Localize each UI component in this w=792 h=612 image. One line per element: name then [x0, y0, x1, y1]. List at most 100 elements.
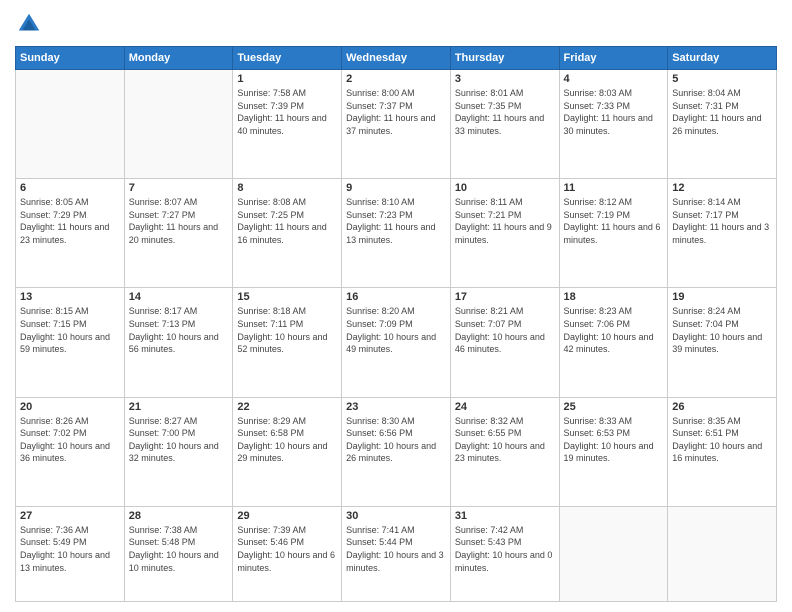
day-number: 16: [346, 291, 446, 303]
calendar-cell: 22 Sunrise: 8:29 AMSunset: 6:58 PMDayligh…: [233, 397, 342, 506]
calendar-cell: 10 Sunrise: 8:11 AMSunset: 7:21 PMDayligh…: [450, 179, 559, 288]
day-number: 19: [672, 291, 772, 303]
day-info: Sunrise: 8:00 AMSunset: 7:37 PMDaylight:…: [346, 87, 446, 137]
calendar-cell: [559, 506, 668, 601]
day-info: Sunrise: 7:58 AMSunset: 7:39 PMDaylight:…: [237, 87, 337, 137]
day-info: Sunrise: 8:07 AMSunset: 7:27 PMDaylight:…: [129, 196, 229, 246]
day-number: 25: [564, 401, 664, 413]
calendar-cell: 28 Sunrise: 7:38 AMSunset: 5:48 PMDayligh…: [124, 506, 233, 601]
calendar-cell: 26 Sunrise: 8:35 AMSunset: 6:51 PMDayligh…: [668, 397, 777, 506]
day-info: Sunrise: 8:35 AMSunset: 6:51 PMDaylight:…: [672, 415, 772, 465]
calendar-cell: [668, 506, 777, 601]
day-number: 14: [129, 291, 229, 303]
day-number: 18: [564, 291, 664, 303]
day-number: 17: [455, 291, 555, 303]
day-number: 4: [564, 73, 664, 85]
day-number: 7: [129, 182, 229, 194]
logo: [15, 10, 47, 38]
day-number: 10: [455, 182, 555, 194]
calendar-cell: 15 Sunrise: 8:18 AMSunset: 7:11 PMDayligh…: [233, 288, 342, 397]
calendar-cell: 17 Sunrise: 8:21 AMSunset: 7:07 PMDayligh…: [450, 288, 559, 397]
calendar-cell: 30Sunrise: 7:41 AMSunset: 5:44 PMDayligh…: [342, 506, 451, 601]
day-number: 15: [237, 291, 337, 303]
calendar-cell: 6 Sunrise: 8:05 AMSunset: 7:29 PMDaylight…: [16, 179, 125, 288]
calendar-cell: 1Sunrise: 7:58 AMSunset: 7:39 PMDaylight…: [233, 70, 342, 179]
day-number: 24: [455, 401, 555, 413]
page: SundayMondayTuesdayWednesdayThursdayFrid…: [0, 0, 792, 612]
day-info: Sunrise: 8:08 AMSunset: 7:25 PMDaylight:…: [237, 196, 337, 246]
day-number: 21: [129, 401, 229, 413]
calendar-cell: 31 Sunrise: 7:42 AMSunset: 5:43 PMDayligh…: [450, 506, 559, 601]
calendar-cell: 13Sunrise: 8:15 AMSunset: 7:15 PMDayligh…: [16, 288, 125, 397]
day-info: Sunrise: 7:41 AMSunset: 5:44 PMDaylight:…: [346, 524, 446, 574]
day-number: 23: [346, 401, 446, 413]
day-info: Sunrise: 7:38 AMSunset: 5:48 PMDaylight:…: [129, 524, 229, 574]
calendar-cell: 21Sunrise: 8:27 AMSunset: 7:00 PMDayligh…: [124, 397, 233, 506]
weekday-header: Wednesday: [342, 47, 451, 70]
day-number: 2: [346, 73, 446, 85]
header: [15, 10, 777, 38]
weekday-header: Sunday: [16, 47, 125, 70]
day-info: Sunrise: 8:01 AMSunset: 7:35 PMDaylight:…: [455, 87, 555, 137]
calendar-cell: 11Sunrise: 8:12 AMSunset: 7:19 PMDayligh…: [559, 179, 668, 288]
weekday-header: Monday: [124, 47, 233, 70]
day-number: 22: [237, 401, 337, 413]
day-info: Sunrise: 8:26 AMSunset: 7:02 PMDaylight:…: [20, 415, 120, 465]
day-info: Sunrise: 8:18 AMSunset: 7:11 PMDaylight:…: [237, 305, 337, 355]
calendar-cell: 23Sunrise: 8:30 AMSunset: 6:56 PMDayligh…: [342, 397, 451, 506]
logo-icon: [15, 10, 43, 38]
calendar-cell: 24Sunrise: 8:32 AMSunset: 6:55 PMDayligh…: [450, 397, 559, 506]
calendar-cell: [16, 70, 125, 179]
day-info: Sunrise: 8:11 AMSunset: 7:21 PMDaylight:…: [455, 196, 555, 246]
day-info: Sunrise: 8:04 AMSunset: 7:31 PMDaylight:…: [672, 87, 772, 137]
day-number: 29: [237, 510, 337, 522]
day-number: 31: [455, 510, 555, 522]
calendar-week-row: 13Sunrise: 8:15 AMSunset: 7:15 PMDayligh…: [16, 288, 777, 397]
day-info: Sunrise: 8:21 AMSunset: 7:07 PMDaylight:…: [455, 305, 555, 355]
weekday-header: Tuesday: [233, 47, 342, 70]
calendar-cell: 14 Sunrise: 8:17 AMSunset: 7:13 PMDayligh…: [124, 288, 233, 397]
calendar-cell: 8Sunrise: 8:08 AMSunset: 7:25 PMDaylight…: [233, 179, 342, 288]
calendar-cell: 27Sunrise: 7:36 AMSunset: 5:49 PMDayligh…: [16, 506, 125, 601]
day-info: Sunrise: 8:05 AMSunset: 7:29 PMDaylight:…: [20, 196, 120, 246]
day-number: 28: [129, 510, 229, 522]
day-number: 13: [20, 291, 120, 303]
day-number: 20: [20, 401, 120, 413]
weekday-header: Saturday: [668, 47, 777, 70]
day-number: 9: [346, 182, 446, 194]
calendar-cell: 12 Sunrise: 8:14 AMSunset: 7:17 PMDayligh…: [668, 179, 777, 288]
calendar-week-row: 27Sunrise: 7:36 AMSunset: 5:49 PMDayligh…: [16, 506, 777, 601]
day-info: Sunrise: 8:29 AMSunset: 6:58 PMDaylight:…: [237, 415, 337, 465]
day-number: 12: [672, 182, 772, 194]
day-info: Sunrise: 7:36 AMSunset: 5:49 PMDaylight:…: [20, 524, 120, 574]
calendar-week-row: 6 Sunrise: 8:05 AMSunset: 7:29 PMDaylight…: [16, 179, 777, 288]
day-info: Sunrise: 7:39 AMSunset: 5:46 PMDaylight:…: [237, 524, 337, 574]
calendar-cell: 16 Sunrise: 8:20 AMSunset: 7:09 PMDayligh…: [342, 288, 451, 397]
day-info: Sunrise: 7:42 AMSunset: 5:43 PMDaylight:…: [455, 524, 555, 574]
day-info: Sunrise: 8:10 AMSunset: 7:23 PMDaylight:…: [346, 196, 446, 246]
calendar-cell: 9 Sunrise: 8:10 AMSunset: 7:23 PMDaylight…: [342, 179, 451, 288]
calendar-week-row: 20 Sunrise: 8:26 AMSunset: 7:02 PMDayligh…: [16, 397, 777, 506]
day-info: Sunrise: 8:17 AMSunset: 7:13 PMDaylight:…: [129, 305, 229, 355]
day-number: 11: [564, 182, 664, 194]
day-info: Sunrise: 8:33 AMSunset: 6:53 PMDaylight:…: [564, 415, 664, 465]
day-number: 6: [20, 182, 120, 194]
day-info: Sunrise: 8:20 AMSunset: 7:09 PMDaylight:…: [346, 305, 446, 355]
calendar-cell: 25 Sunrise: 8:33 AMSunset: 6:53 PMDayligh…: [559, 397, 668, 506]
day-info: Sunrise: 8:14 AMSunset: 7:17 PMDaylight:…: [672, 196, 772, 246]
day-number: 26: [672, 401, 772, 413]
day-info: Sunrise: 8:24 AMSunset: 7:04 PMDaylight:…: [672, 305, 772, 355]
calendar-cell: 18 Sunrise: 8:23 AMSunset: 7:06 PMDayligh…: [559, 288, 668, 397]
calendar-cell: 7 Sunrise: 8:07 AMSunset: 7:27 PMDaylight…: [124, 179, 233, 288]
day-number: 3: [455, 73, 555, 85]
day-info: Sunrise: 8:03 AMSunset: 7:33 PMDaylight:…: [564, 87, 664, 137]
calendar-cell: 4 Sunrise: 8:03 AMSunset: 7:33 PMDaylight…: [559, 70, 668, 179]
calendar-cell: 5Sunrise: 8:04 AMSunset: 7:31 PMDaylight…: [668, 70, 777, 179]
calendar: SundayMondayTuesdayWednesdayThursdayFrid…: [15, 46, 777, 602]
weekday-header-row: SundayMondayTuesdayWednesdayThursdayFrid…: [16, 47, 777, 70]
calendar-cell: 19 Sunrise: 8:24 AMSunset: 7:04 PMDayligh…: [668, 288, 777, 397]
day-info: Sunrise: 8:23 AMSunset: 7:06 PMDaylight:…: [564, 305, 664, 355]
weekday-header: Thursday: [450, 47, 559, 70]
weekday-header: Friday: [559, 47, 668, 70]
calendar-week-row: 1Sunrise: 7:58 AMSunset: 7:39 PMDaylight…: [16, 70, 777, 179]
